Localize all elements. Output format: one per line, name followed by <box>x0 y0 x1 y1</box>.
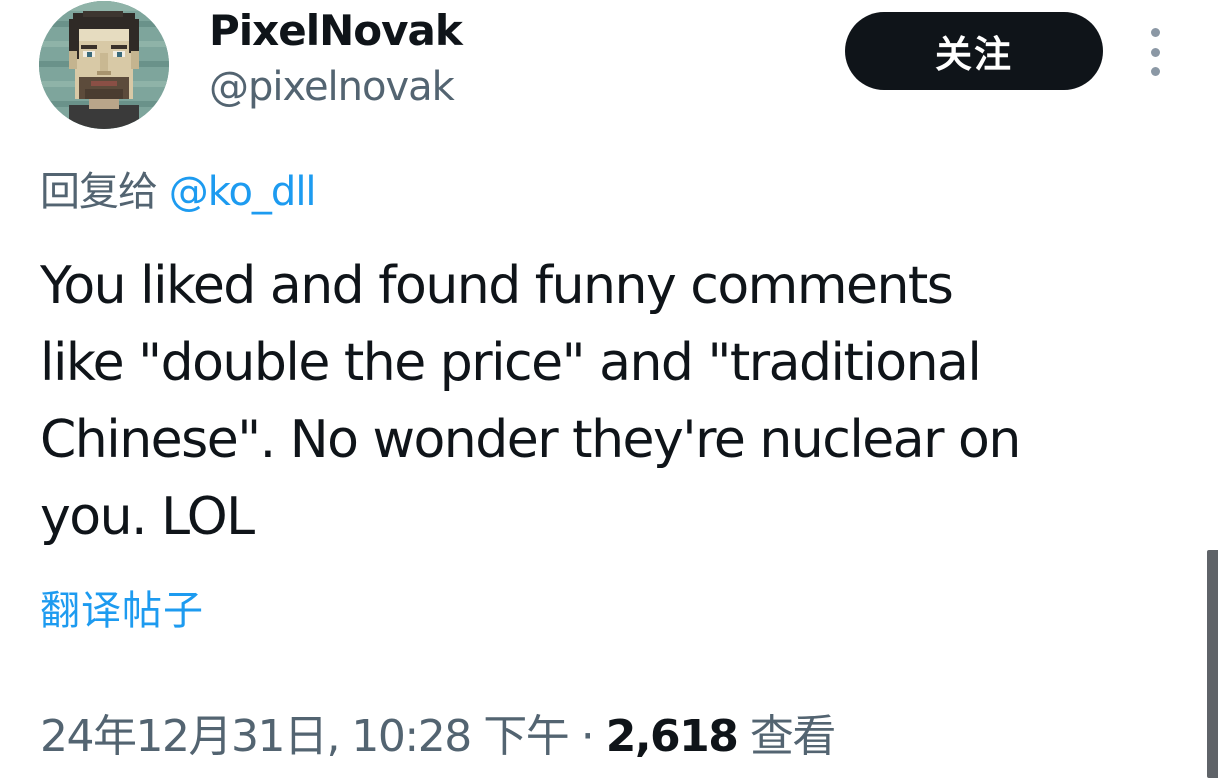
more-dot <box>1150 47 1160 57</box>
pixel-portrait-icon <box>39 1 169 129</box>
more-dot <box>1150 28 1160 37</box>
views-count: 2,618 <box>605 711 739 762</box>
avatar[interactable] <box>39 1 169 129</box>
author-display-name[interactable]: PixelNovak <box>209 4 463 58</box>
reply-mention-link[interactable]: @ko_dll <box>169 169 317 215</box>
more-dot <box>1150 67 1160 76</box>
reply-context: 回复给 @ko_dll <box>40 165 317 219</box>
tweet-timestamp[interactable]: 24年12月31日, 10:28 下午 <box>40 711 570 762</box>
more-options-icon[interactable] <box>1140 28 1170 76</box>
tweet-text: You liked and found funny comments like … <box>40 256 1021 547</box>
follow-button[interactable]: 关注 <box>845 12 1103 90</box>
views-label: 查看 <box>749 711 837 762</box>
scrollbar-thumb[interactable] <box>1207 550 1218 778</box>
meta-separator: · <box>568 711 606 762</box>
translate-post-link[interactable]: 翻译帖子 <box>40 584 204 638</box>
author-handle[interactable]: @pixelnovak <box>209 60 455 114</box>
tweet-meta: 24年12月31日, 10:28 下午 · 2,618 查看 <box>40 707 837 767</box>
reply-prefix: 回复给 <box>40 169 158 215</box>
